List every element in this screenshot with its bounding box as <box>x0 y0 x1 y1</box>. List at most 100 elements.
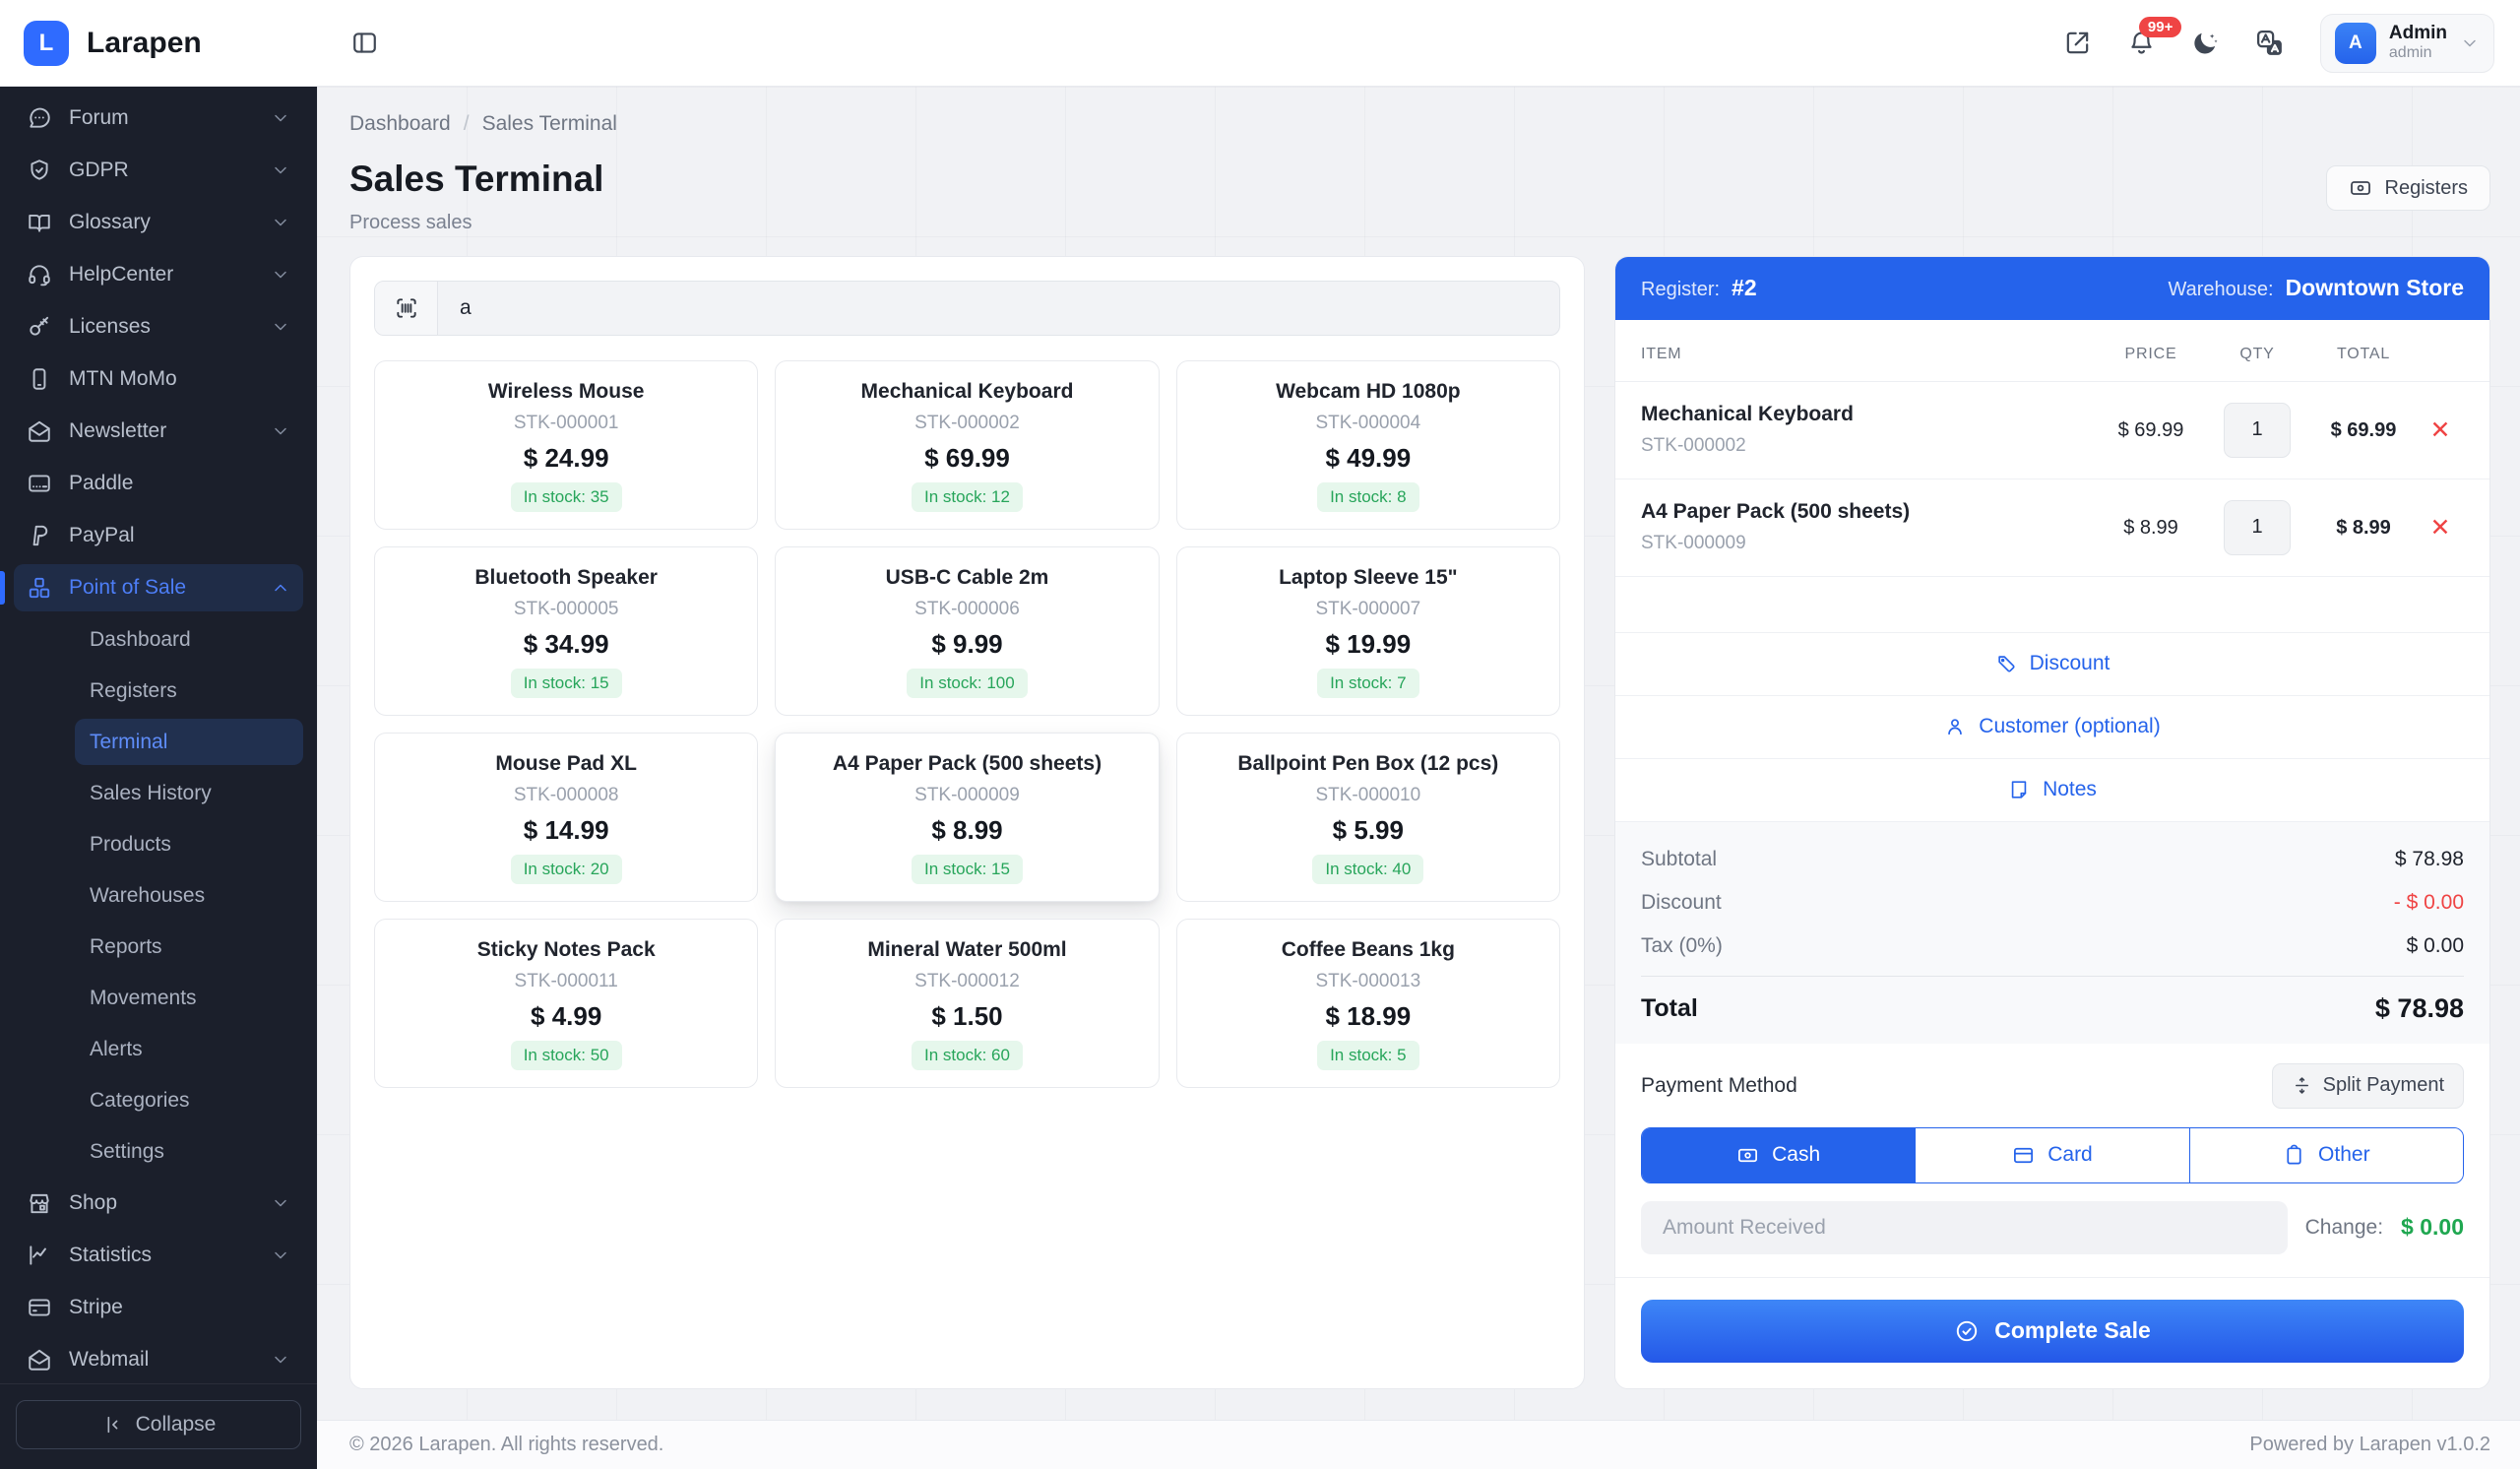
cart-item-price: $ 8.99 <box>2115 513 2186 543</box>
sidebar-item-helpcenter[interactable]: HelpCenter <box>14 251 303 298</box>
amount-received-input[interactable] <box>1641 1201 2288 1254</box>
chevron-down-icon <box>271 421 290 441</box>
product-card[interactable]: USB-C Cable 2mSTK-000006$ 9.99In stock: … <box>775 546 1159 716</box>
sidebar-item-label: Paddle <box>69 472 290 495</box>
chevron-down-icon <box>271 160 290 180</box>
sidebar-item-label: Statistics <box>69 1244 254 1267</box>
sidebar-subitem-settings[interactable]: Settings <box>75 1128 303 1175</box>
registers-button[interactable]: Registers <box>2326 165 2490 211</box>
product-card[interactable]: Mechanical KeyboardSTK-000002$ 69.99In s… <box>775 360 1159 530</box>
external-link-icon <box>2063 29 2092 57</box>
barcode-scan-button[interactable] <box>375 282 438 335</box>
product-card[interactable]: Mineral Water 500mlSTK-000012$ 1.50In st… <box>775 919 1159 1088</box>
credit-card-icon <box>27 1295 52 1320</box>
sidebar-item-gdpr[interactable]: GDPR <box>14 147 303 194</box>
split-payment-button[interactable]: Split Payment <box>2272 1063 2464 1109</box>
sidebar-subitem-categories[interactable]: Categories <box>75 1077 303 1123</box>
payment-tab-cash[interactable]: Cash <box>1642 1128 1915 1182</box>
chart-line-icon <box>27 1243 52 1268</box>
product-card[interactable]: A4 Paper Pack (500 sheets)STK-000009$ 8.… <box>775 733 1159 902</box>
sidebar-item-glossary[interactable]: Glossary <box>14 199 303 246</box>
product-price: $ 49.99 <box>1325 443 1411 474</box>
search-input[interactable] <box>438 282 1559 335</box>
sidebar-item-newsletter[interactable]: Newsletter <box>14 408 303 455</box>
sidebar-item-label: Licenses <box>69 315 254 339</box>
total-label: Total <box>1641 994 1698 1023</box>
chevron-down-icon <box>271 317 290 337</box>
product-card[interactable]: Coffee Beans 1kgSTK-000013$ 18.99In stoc… <box>1176 919 1560 1088</box>
product-grid: Wireless MouseSTK-000001$ 24.99In stock:… <box>374 360 1560 1088</box>
notes-link[interactable]: Notes <box>1615 758 2489 821</box>
app: L Larapen Forum GDPR Glossary HelpCente <box>0 0 2520 1469</box>
discount-link[interactable]: Discount <box>1615 632 2489 695</box>
sidebar-subitem-alerts[interactable]: Alerts <box>75 1026 303 1072</box>
payment-tab-label: Card <box>2048 1143 2093 1167</box>
customer-link[interactable]: Customer (optional) <box>1615 695 2489 758</box>
sidebar-item-paddle[interactable]: Paddle <box>14 460 303 507</box>
register-value: #2 <box>1732 275 1757 301</box>
complete-sale-label: Complete Sale <box>1994 1317 2151 1344</box>
sidebar-subitem-products[interactable]: Products <box>75 821 303 867</box>
collapse-sidebar-button[interactable]: Collapse <box>16 1400 301 1449</box>
quantity-input[interactable] <box>2224 500 2291 555</box>
sidebar-subitem-movements[interactable]: Movements <box>75 975 303 1021</box>
sidebar-item-licenses[interactable]: Licenses <box>14 303 303 351</box>
product-card[interactable]: Wireless MouseSTK-000001$ 24.99In stock:… <box>374 360 758 530</box>
quantity-input[interactable] <box>2224 403 2291 458</box>
sidebar-item-webmail[interactable]: Webmail <box>14 1336 303 1383</box>
dark-mode-button[interactable] <box>2191 29 2220 57</box>
payment-tab-card[interactable]: Card <box>1915 1128 2188 1182</box>
language-button[interactable] <box>2255 29 2285 58</box>
sidebar-item-statistics[interactable]: Statistics <box>14 1232 303 1279</box>
sidebar-item-stripe[interactable]: Stripe <box>14 1284 303 1331</box>
payment-tab-label: Other <box>2318 1143 2370 1167</box>
sidebar-subitem-reports[interactable]: Reports <box>75 924 303 970</box>
sidebar-toggle-button[interactable] <box>350 29 379 57</box>
payment-tab-other[interactable]: Other <box>2189 1128 2463 1182</box>
sidebar-subitem-sales-history[interactable]: Sales History <box>75 770 303 816</box>
amount-row: Change: $ 0.00 <box>1641 1201 2464 1254</box>
column-total: TOTAL <box>2310 346 2417 363</box>
chevron-down-icon <box>2460 33 2480 53</box>
sidebar-item-shop[interactable]: Shop <box>14 1180 303 1227</box>
remove-item-button[interactable]: ✕ <box>2417 512 2464 543</box>
product-name: Wireless Mouse <box>488 380 645 404</box>
product-card[interactable]: Mouse Pad XLSTK-000008$ 14.99In stock: 2… <box>374 733 758 902</box>
column-qty: QTY <box>2204 346 2310 363</box>
sidebar-subitem-warehouses[interactable]: Warehouses <box>75 872 303 919</box>
moon-icon <box>2191 29 2220 57</box>
product-search <box>374 281 1560 336</box>
external-link-button[interactable] <box>2063 29 2092 57</box>
brand-logo[interactable]: L Larapen <box>0 0 317 87</box>
product-card[interactable]: Webcam HD 1080pSTK-000004$ 49.99In stock… <box>1176 360 1560 530</box>
sidebar-item-forum[interactable]: Forum <box>14 95 303 142</box>
product-card[interactable]: Laptop Sleeve 15"STK-000007$ 19.99In sto… <box>1176 546 1560 716</box>
clipboard-icon <box>2283 1144 2305 1167</box>
sidebar-subitem-registers[interactable]: Registers <box>75 668 303 714</box>
shield-check-icon <box>27 158 52 183</box>
user-menu[interactable]: A Admin admin <box>2320 14 2494 73</box>
tag-icon <box>1995 653 2017 674</box>
complete-sale-button[interactable]: Complete Sale <box>1641 1300 2464 1363</box>
smartphone-icon <box>27 366 52 392</box>
breadcrumb-dashboard[interactable]: Dashboard <box>349 112 451 136</box>
chevron-down-icon <box>271 213 290 232</box>
sidebar-item-paypal[interactable]: PayPal <box>14 512 303 559</box>
stock-badge: In stock: 8 <box>1317 482 1418 512</box>
breadcrumb-current: Sales Terminal <box>482 112 617 136</box>
product-price: $ 34.99 <box>524 629 609 660</box>
user-icon <box>1944 716 1966 737</box>
key-icon <box>27 314 52 340</box>
product-card[interactable]: Ballpoint Pen Box (12 pcs)STK-000010$ 5.… <box>1176 733 1560 902</box>
payment-section: Payment Method Split Payment Cash <box>1615 1044 2489 1254</box>
product-card[interactable]: Sticky Notes PackSTK-000011$ 4.99In stoc… <box>374 919 758 1088</box>
sidebar-item-point-of-sale[interactable]: Point of Sale <box>14 564 303 611</box>
brand-name: Larapen <box>87 27 202 60</box>
remove-item-button[interactable]: ✕ <box>2417 415 2464 446</box>
product-card[interactable]: Bluetooth SpeakerSTK-000005$ 34.99In sto… <box>374 546 758 716</box>
sidebar-item-mtn-momo[interactable]: MTN MoMo <box>14 355 303 403</box>
sidebar-nav: Forum GDPR Glossary HelpCenter Licenses <box>0 87 317 1383</box>
sidebar-subitem-terminal[interactable]: Terminal <box>75 719 303 765</box>
sidebar-subitem-dashboard[interactable]: Dashboard <box>75 616 303 663</box>
tax-value: $ 0.00 <box>2407 934 2464 958</box>
